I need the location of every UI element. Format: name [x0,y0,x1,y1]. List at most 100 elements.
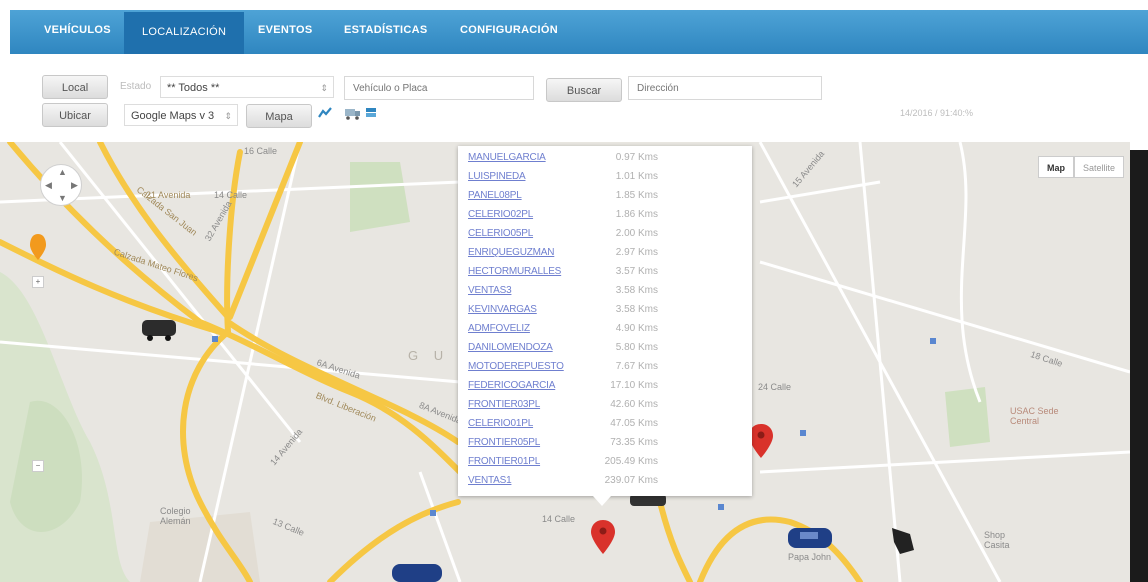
vehicle-link[interactable]: VENTAS3 [468,285,512,296]
vehicle-distance: 205.49 Kms [604,456,658,467]
vehicle-icon[interactable] [892,528,914,554]
vehicle-distance-row: MOTODEREPUESTO 7.67 Kms [468,361,658,380]
map-label: Papa John [788,552,832,562]
vehicle-link[interactable]: LUISPINEDA [468,171,526,182]
map-label: 14 Calle [542,514,576,524]
chart-icon[interactable] [318,106,332,120]
vehicle-distance: 3.58 Kms [615,285,658,296]
vehicle-link[interactable]: ADMFOVELIZ [468,323,530,334]
vehicle-distance-row: CELERIO01PL 47.05 Kms [468,418,658,437]
vehicle-distance: 2.00 Kms [615,228,658,239]
pin-icon[interactable] [749,424,773,458]
tab-estadisticas[interactable]: ESTADÍSTICAS [344,10,427,54]
vehicle-link[interactable]: MOTODEREPUESTO [468,361,564,372]
zoom-in-button[interactable]: + [32,276,44,288]
map-label: 24 Calle [758,382,792,392]
vehicle-distance: 1.86 Kms [615,209,658,220]
vehicle-link[interactable]: FRONTIER01PL [468,456,540,467]
map-type-satellite-button[interactable]: Satellite [1074,156,1125,178]
vehicle-distance: 5.80 Kms [615,342,658,353]
truck-icon[interactable] [344,106,362,120]
vehicle-distance: 47.05 Kms [610,418,658,429]
nearby-vehicles-popup: MANUELGARCIA 0.97 Kms LUISPINEDA 1.01 Kms PA… [458,146,752,506]
estado-value: ** Todos ** [167,82,220,94]
vehicle-distance-row: ADMFOVELIZ 4.90 Kms [468,323,658,342]
vehicle-distance: 1.01 Kms [615,171,658,182]
top-nav: VEHÍCULOS LOCALIZACIÓN EVENTOS ESTADÍSTI… [10,10,1148,54]
vehicle-link[interactable]: DANILOMENDOZA [468,342,553,353]
vehicle-link[interactable]: VENTAS1 [468,475,512,486]
vehicle-link[interactable]: HECTORMURALLES [468,266,561,277]
select-chevron-icon: ⇕ [224,111,232,121]
vehicle-distance-row: ENRIQUEGUZMAN 2.97 Kms [468,247,658,266]
vehicle-link[interactable]: KEVINVARGAS [468,304,537,315]
vehicle-link[interactable]: MANUELGARCIA [468,152,546,163]
vehicle-distance-row: FRONTIER05PL 73.35 Kms [468,437,658,456]
tab-eventos[interactable]: EVENTOS [258,10,312,54]
pan-left-icon[interactable]: ◀ [45,180,52,191]
vehicle-distance-row: LUISPINEDA 1.01 Kms [468,171,658,190]
vehicle-distance-row: HECTORMURALLES 3.57 Kms [468,266,658,285]
vehicle-distance-row: VENTAS1 239.07 Kms [468,475,658,494]
vehicle-icon[interactable] [142,320,176,341]
vehicle-distance-row: CELERIO02PL 1.86 Kms [468,209,658,228]
right-scrollbar[interactable] [1130,150,1148,582]
map-label: USAC Sede Central [1010,406,1059,426]
pan-up-icon[interactable]: ▲ [58,167,67,177]
vehicle-link[interactable]: CELERIO02PL [468,209,533,220]
vehicle-distance: 1.85 Kms [615,190,658,201]
map-label: 14 Calle [214,190,248,200]
map-label: 16 Calle [244,146,278,156]
vehicle-link[interactable]: FRONTIER03PL [468,399,540,410]
address-input[interactable] [628,76,822,100]
select-chevron-icon: ⇕ [320,83,328,93]
map-provider-value: Google Maps v 3 [131,110,215,122]
tab-localizacion[interactable]: LOCALIZACIÓN [124,12,245,54]
vehicle-search-input[interactable] [344,76,534,100]
ubicar-button[interactable]: Ubicar [42,103,108,127]
flag-icon[interactable] [364,106,378,120]
vehicle-distance-row: VENTAS3 3.58 Kms [468,285,658,304]
tab-configuracion[interactable]: CONFIGURACIÓN [460,10,558,54]
vehicle-distance-row: FRONTIER01PL 205.49 Kms [468,456,658,475]
map-label: Shop Casita [984,530,1010,550]
vehicle-link[interactable]: FEDERICOGARCIA [468,380,555,391]
pin-icon[interactable] [591,520,615,554]
vehicle-distance-row: PANEL08PL 1.85 Kms [468,190,658,209]
vehicle-distance-row: DANILOMENDOZA 5.80 Kms [468,342,658,361]
vehicle-distance: 42.60 Kms [610,399,658,410]
vehicle-icon[interactable] [788,528,832,548]
buscar-button[interactable]: Buscar [546,78,622,102]
vehicle-distance-row: CELERIO05PL 2.00 Kms [468,228,658,247]
vehicle-link[interactable]: PANEL08PL [468,190,522,201]
zoom-out-button[interactable]: − [32,460,44,472]
map-type-map-button[interactable]: Map [1038,156,1074,178]
vehicle-distance-row: FRONTIER03PL 42.60 Kms [468,399,658,418]
pan-right-icon[interactable]: ▶ [71,180,78,191]
vehicle-distance: 3.58 Kms [615,304,658,315]
vehicle-distance-row: KEVINVARGAS 3.58 Kms [468,304,658,323]
vehicle-distance-row: MANUELGARCIA 0.97 Kms [468,152,658,171]
vehicle-link[interactable]: CELERIO05PL [468,228,533,239]
vehicle-distance: 239.07 Kms [604,475,658,486]
estado-label: Estado [120,81,152,92]
vehicle-distance: 0.97 Kms [615,152,658,163]
estado-select[interactable]: ** Todos ** ⇕ [160,76,334,98]
vehicle-distance: 17.10 Kms [610,380,658,391]
vehicle-distance-row: FEDERICOGARCIA 17.10 Kms [468,380,658,399]
vehicle-distance: 3.57 Kms [615,266,658,277]
map-pan-control[interactable]: ▲ ◀ ▶ ▼ [40,164,82,206]
mapa-button[interactable]: Mapa [246,104,312,128]
vehicle-distance: 73.35 Kms [610,437,658,448]
local-button[interactable]: Local [42,75,108,99]
map-provider-select[interactable]: Google Maps v 3 ⇕ [124,104,238,126]
map-label: Colegio Alemán [160,506,191,526]
vehicle-link[interactable]: ENRIQUEGUZMAN [468,247,554,258]
vehicle-distance: 2.97 Kms [615,247,658,258]
timestamp: 14/2016 / 91:40:% [900,108,974,118]
vehicle-icon[interactable] [392,564,442,582]
vehicle-link[interactable]: FRONTIER05PL [468,437,540,448]
tab-vehiculos[interactable]: VEHÍCULOS [44,10,111,54]
pan-down-icon[interactable]: ▼ [58,193,67,203]
vehicle-link[interactable]: CELERIO01PL [468,418,533,429]
